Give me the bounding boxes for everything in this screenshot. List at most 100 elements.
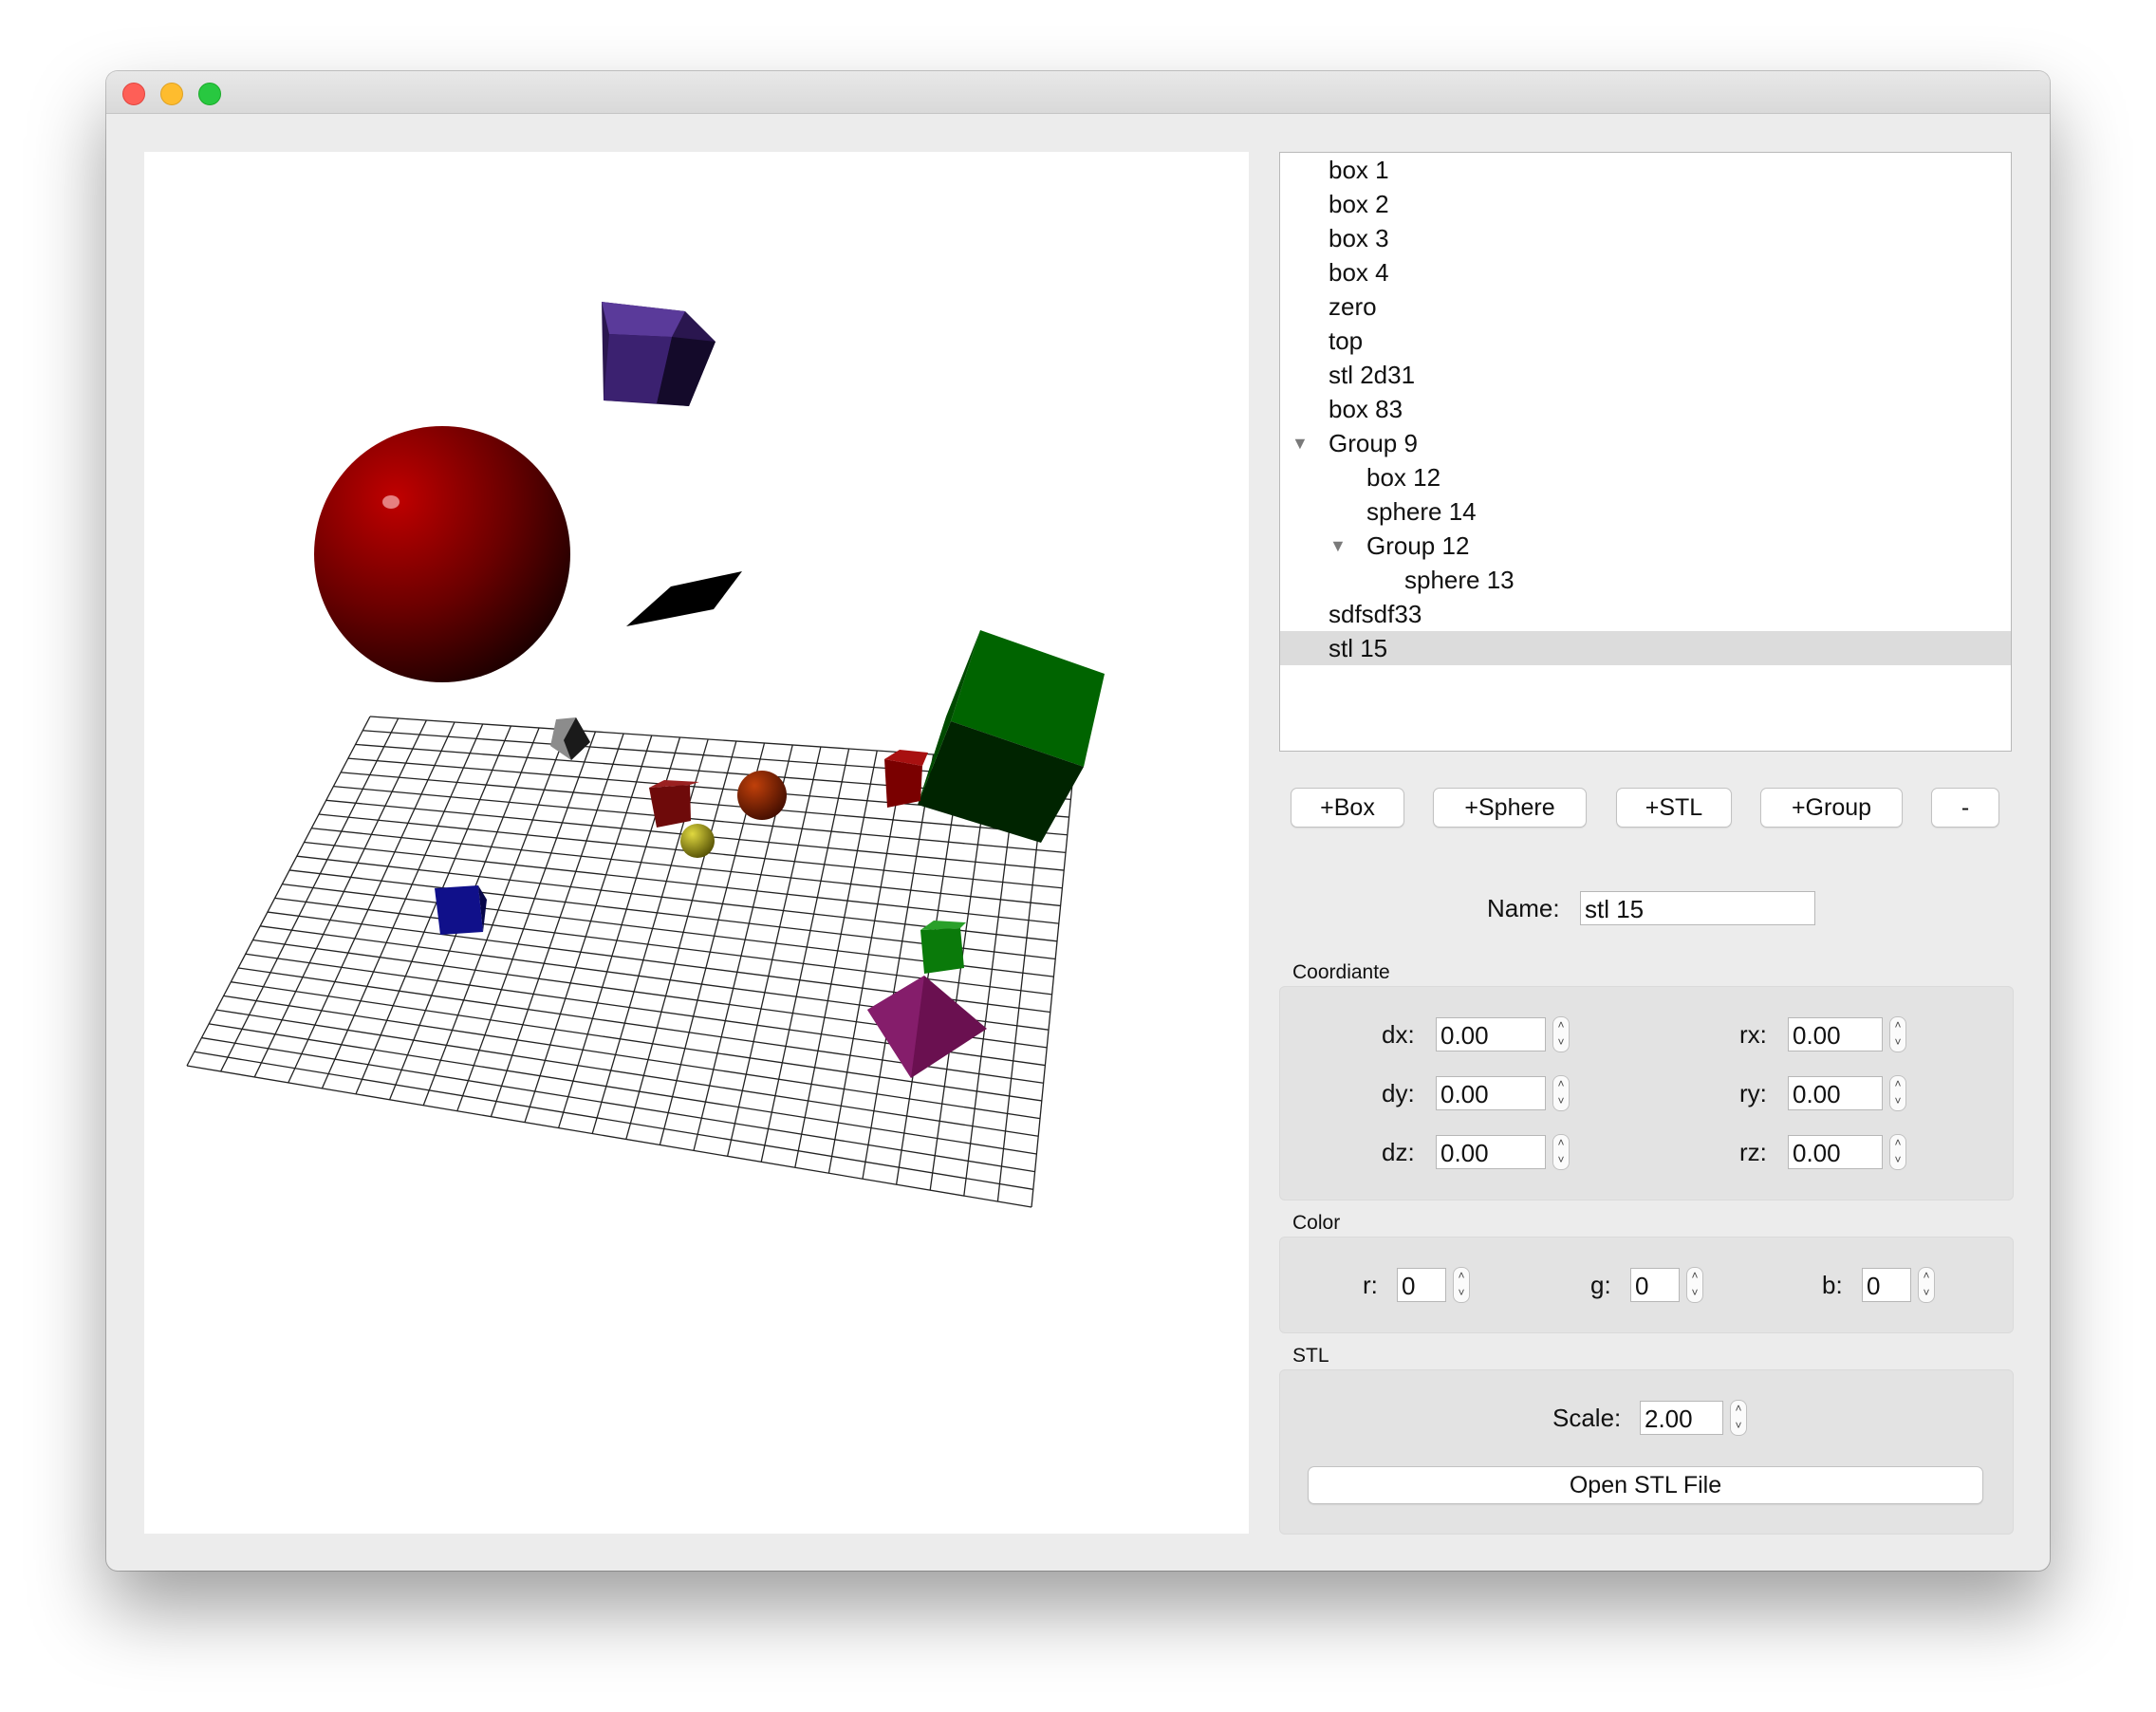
chevron-down-icon[interactable]: ˅ <box>1731 1418 1746 1435</box>
minimize-window-button[interactable] <box>160 83 183 105</box>
tree-item[interactable]: sdfsdf33 <box>1280 597 2011 631</box>
scale-field[interactable]: 2.00 <box>1640 1401 1723 1435</box>
tree-item-label: box 83 <box>1329 395 1403 423</box>
chevron-down-icon[interactable]: ˅ <box>1454 1285 1469 1302</box>
tree-item-label: zero <box>1329 292 1377 321</box>
tree-item[interactable]: stl 2d31 <box>1280 358 2011 392</box>
tree-item[interactable]: box 4 <box>1280 255 2011 289</box>
chevron-down-icon[interactable]: ˅ <box>1687 1285 1702 1302</box>
g-spinner[interactable]: ˄ ˅ <box>1686 1267 1703 1303</box>
red-sphere <box>314 426 570 682</box>
add-stl-button[interactable]: +STL <box>1616 788 1732 828</box>
name-label: Name: <box>1487 894 1560 922</box>
ry-spinner[interactable]: ˄ ˅ <box>1889 1075 1906 1111</box>
dz-label: dz: <box>1382 1138 1415 1166</box>
dy-spinner[interactable]: ˄ ˅ <box>1552 1075 1570 1111</box>
disclosure-triangle-icon[interactable]: ▼ <box>1329 529 1347 563</box>
app-window: box 1 box 2 box 3 box 4 zero top stl 2d31 box 8… <box>106 71 2050 1571</box>
chevron-up-icon[interactable]: ˄ <box>1553 1135 1569 1152</box>
ry-label: ry: <box>1739 1079 1767 1107</box>
color-section-title: Color <box>1292 1212 1341 1234</box>
add-group-button[interactable]: +Group <box>1760 788 1903 828</box>
rx-label: rx: <box>1739 1020 1767 1049</box>
chevron-up-icon[interactable]: ˄ <box>1553 1017 1569 1034</box>
dx-label: dx: <box>1382 1020 1415 1049</box>
chevron-up-icon[interactable]: ˄ <box>1919 1268 1934 1285</box>
chevron-up-icon[interactable]: ˄ <box>1890 1135 1905 1152</box>
name-field[interactable]: stl 15 <box>1580 891 1815 925</box>
tree-item[interactable]: sphere 13 <box>1280 563 2011 597</box>
chevron-up-icon[interactable]: ˄ <box>1890 1076 1905 1093</box>
rx-spinner[interactable]: ˄ ˅ <box>1889 1016 1906 1052</box>
disclosure-triangle-icon[interactable]: ▼ <box>1292 426 1309 460</box>
tree-item-label: sdfsdf33 <box>1329 600 1422 628</box>
g-field[interactable]: 0 <box>1630 1268 1680 1302</box>
ry-field[interactable]: 0.00 <box>1788 1076 1883 1110</box>
dx-spinner[interactable]: ˄ ˅ <box>1552 1016 1570 1052</box>
dx-field[interactable]: 0.00 <box>1436 1017 1546 1051</box>
coordinate-section-title: Coordiante <box>1292 961 1390 983</box>
chevron-up-icon[interactable]: ˄ <box>1454 1268 1469 1285</box>
b-field[interactable]: 0 <box>1862 1268 1911 1302</box>
chevron-up-icon[interactable]: ˄ <box>1731 1401 1746 1418</box>
r-field[interactable]: 0 <box>1397 1268 1446 1302</box>
scene-tree[interactable]: box 1 box 2 box 3 box 4 zero top stl 2d31 box 8… <box>1279 152 2012 752</box>
tree-item[interactable]: box 1 <box>1280 153 2011 187</box>
tree-item[interactable]: stl 15 <box>1280 631 2011 665</box>
chevron-down-icon[interactable]: ˅ <box>1553 1034 1569 1051</box>
open-stl-file-button[interactable]: Open STL File <box>1308 1466 1983 1504</box>
tree-item-label: top <box>1329 326 1364 355</box>
add-box-button[interactable]: +Box <box>1291 788 1404 828</box>
tree-item[interactable]: box 2 <box>1280 187 2011 221</box>
title-bar <box>106 71 2050 114</box>
blue-cube <box>435 885 487 935</box>
chevron-down-icon[interactable]: ˅ <box>1890 1093 1905 1110</box>
rz-spinner[interactable]: ˄ ˅ <box>1889 1134 1906 1170</box>
3d-viewport[interactable] <box>144 152 1249 1534</box>
scale-spinner[interactable]: ˄ ˅ <box>1730 1400 1747 1436</box>
chevron-up-icon[interactable]: ˄ <box>1890 1017 1905 1034</box>
gray-cube <box>550 717 590 760</box>
stl-group <box>1279 1369 2014 1535</box>
chevron-down-icon[interactable]: ˅ <box>1553 1152 1569 1169</box>
tree-item-label: box 3 <box>1329 224 1389 252</box>
small-green-cube <box>920 921 966 974</box>
remove-button[interactable]: - <box>1931 788 1999 828</box>
dy-field[interactable]: 0.00 <box>1436 1076 1546 1110</box>
tree-item[interactable]: box 83 <box>1280 392 2011 426</box>
tree-item-label: box 1 <box>1329 156 1389 184</box>
tree-item-label: stl 2d31 <box>1329 361 1416 389</box>
yellow-sphere <box>680 824 715 858</box>
chevron-up-icon[interactable]: ˄ <box>1553 1076 1569 1093</box>
dy-label: dy: <box>1382 1079 1415 1107</box>
orange-sphere <box>737 771 787 820</box>
dz-spinner[interactable]: ˄ ˅ <box>1552 1134 1570 1170</box>
b-spinner[interactable]: ˄ ˅ <box>1918 1267 1935 1303</box>
tree-item[interactable]: top <box>1280 324 2011 358</box>
tree-item[interactable]: box 12 <box>1280 460 2011 494</box>
tree-item[interactable]: box 3 <box>1280 221 2011 255</box>
tree-item[interactable]: zero <box>1280 289 2011 324</box>
chevron-down-icon[interactable]: ˅ <box>1919 1285 1934 1302</box>
r-spinner[interactable]: ˄ ˅ <box>1453 1267 1470 1303</box>
dz-field[interactable]: 0.00 <box>1436 1135 1546 1169</box>
scene-canvas <box>186 302 1105 1208</box>
tree-item[interactable]: ▼ Group 9 <box>1280 426 2011 460</box>
rx-field[interactable]: 0.00 <box>1788 1017 1883 1051</box>
tree-item[interactable]: sphere 14 <box>1280 494 2011 529</box>
maximize-window-button[interactable] <box>198 83 221 105</box>
rz-field[interactable]: 0.00 <box>1788 1135 1883 1169</box>
grid-line <box>194 1051 1033 1190</box>
chevron-down-icon[interactable]: ˅ <box>1890 1152 1905 1169</box>
tree-item-label: sphere 14 <box>1366 497 1477 526</box>
chevron-up-icon[interactable]: ˄ <box>1687 1268 1702 1285</box>
scale-label: Scale: <box>1552 1404 1622 1432</box>
chevron-down-icon[interactable]: ˅ <box>1890 1034 1905 1051</box>
chevron-down-icon[interactable]: ˅ <box>1553 1093 1569 1110</box>
r-label: r: <box>1363 1271 1378 1299</box>
rz-label: rz: <box>1739 1138 1767 1166</box>
add-sphere-button[interactable]: +Sphere <box>1433 788 1587 828</box>
close-window-button[interactable] <box>122 83 145 105</box>
tree-item-label: box 12 <box>1366 463 1441 492</box>
tree-item[interactable]: ▼ Group 12 <box>1280 529 2011 563</box>
